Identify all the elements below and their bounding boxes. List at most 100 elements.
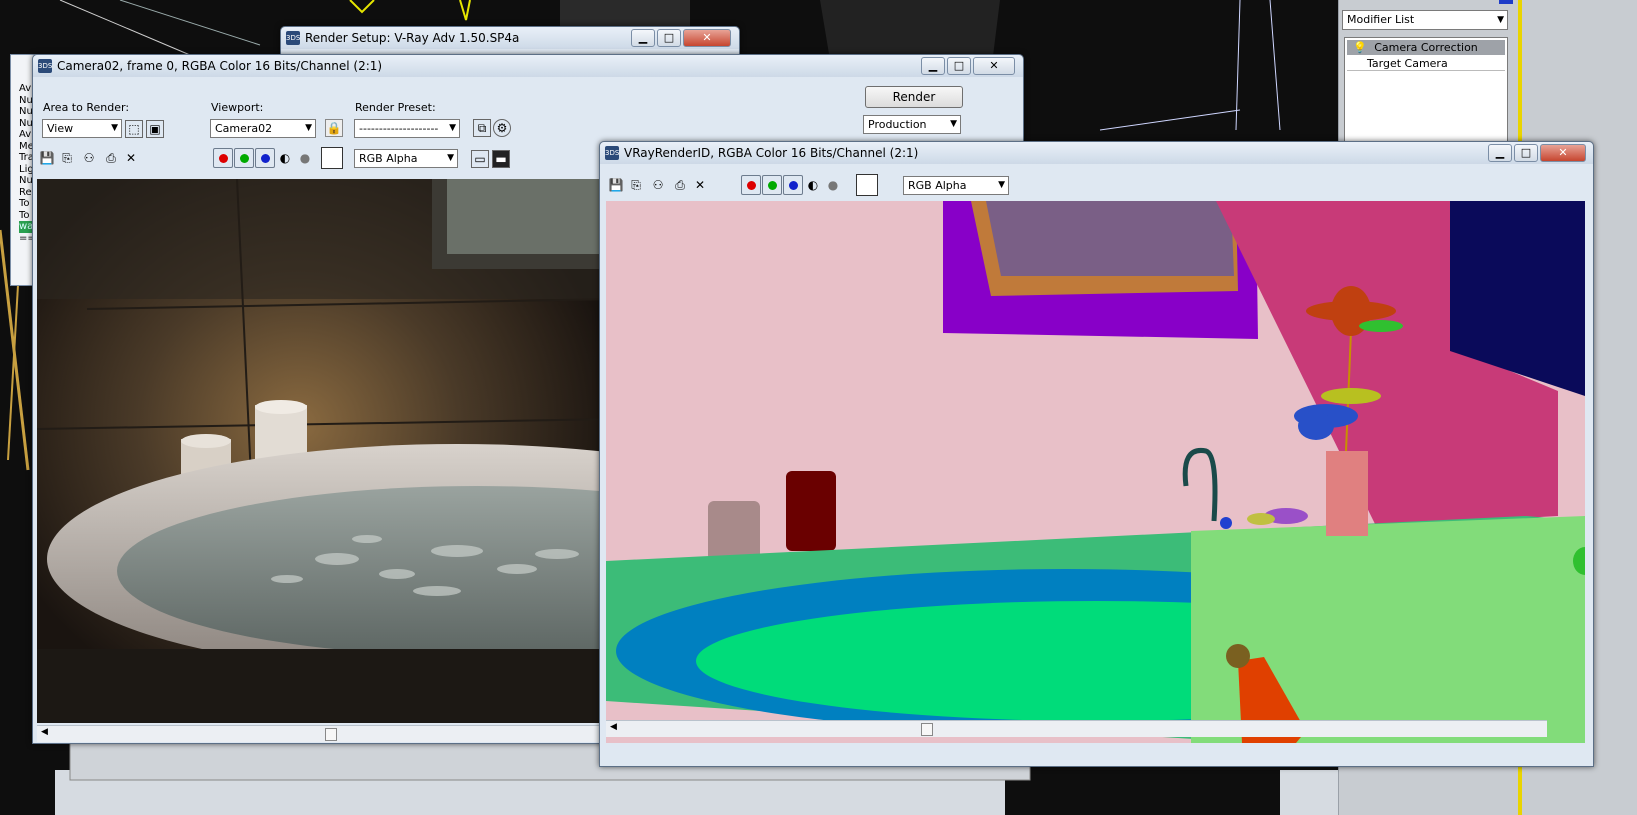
render-setup-icon[interactable]: ⧉ xyxy=(473,119,491,137)
blue-channel-toggle[interactable] xyxy=(783,175,803,195)
minimize-button[interactable]: ▁ xyxy=(921,57,945,75)
maximize-icon: □ xyxy=(663,31,675,44)
chevron-down-icon: ▼ xyxy=(447,153,454,163)
red-channel-toggle[interactable] xyxy=(741,175,761,195)
chevron-down-icon: ▼ xyxy=(950,119,957,129)
print-icon[interactable]: ⎙ xyxy=(672,177,688,193)
render-setup-titlebar[interactable]: 3DS Render Setup: V-Ray Adv 1.50.SP4a ▁ … xyxy=(281,27,739,49)
maximize-icon: □ xyxy=(953,59,965,72)
green-dot-icon xyxy=(768,181,777,190)
scroll-left-icon[interactable]: ◀ xyxy=(41,727,48,737)
save-icon[interactable]: 💾 xyxy=(39,150,55,166)
clear-icon[interactable]: ✕ xyxy=(692,177,708,193)
channel-display-select[interactable]: RGB Alpha ▼ xyxy=(903,176,1009,195)
stack-item-camera-correction[interactable]: 💡 Camera Correction xyxy=(1347,40,1505,55)
modifier-stack[interactable]: 💡 Camera Correction Target Camera xyxy=(1344,37,1508,157)
mono-icon[interactable]: ● xyxy=(825,177,841,193)
stack-item-target-camera[interactable]: Target Camera xyxy=(1347,56,1505,71)
production-select[interactable]: Production ▼ xyxy=(863,115,961,134)
auto-region-icon[interactable]: ▣ xyxy=(146,120,164,138)
minimize-button[interactable]: ▁ xyxy=(1488,144,1512,162)
blue-channel-toggle[interactable] xyxy=(255,148,275,168)
green-channel-toggle[interactable] xyxy=(234,148,254,168)
red-channel-toggle[interactable] xyxy=(213,148,233,168)
chevron-down-icon: ▼ xyxy=(111,123,118,133)
render-button[interactable]: Render xyxy=(865,86,963,108)
scroll-thumb[interactable] xyxy=(921,723,933,736)
bathtub-render xyxy=(37,179,619,723)
channel-display-value: RGB Alpha xyxy=(359,152,418,165)
blue-dot-icon xyxy=(261,154,270,163)
close-button[interactable]: ✕ xyxy=(683,29,731,47)
close-icon: ✕ xyxy=(702,31,712,44)
minimize-button[interactable]: ▁ xyxy=(631,29,655,47)
app-icon: 3DS xyxy=(38,59,52,73)
production-value: Production xyxy=(868,118,927,131)
area-to-render-select[interactable]: View ▼ xyxy=(42,119,122,138)
mono-icon[interactable]: ● xyxy=(297,150,313,166)
scroll-thumb[interactable] xyxy=(325,728,337,741)
render-id-mask xyxy=(606,201,1585,743)
chevron-down-icon: ▼ xyxy=(449,123,456,133)
maximize-button[interactable]: □ xyxy=(1514,144,1538,162)
viewport-value: Camera02 xyxy=(215,122,273,135)
panel-tab-indicator xyxy=(1499,0,1513,4)
render-id-image xyxy=(606,201,1585,743)
channel-display-value: RGB Alpha xyxy=(908,179,967,192)
blue-dot-icon xyxy=(789,181,798,190)
render-preset-select[interactable]: -------------------- ▼ xyxy=(354,119,460,138)
modifier-list-label: Modifier List xyxy=(1347,13,1415,26)
vray-window-titlebar[interactable]: 3DS VRayRenderID, RGBA Color 16 Bits/Cha… xyxy=(600,142,1593,164)
chevron-down-icon: ▼ xyxy=(305,123,312,133)
minimize-icon: ▁ xyxy=(928,59,938,72)
maximize-icon: □ xyxy=(1520,146,1532,159)
alpha-icon[interactable]: ◐ xyxy=(805,177,821,193)
chevron-down-icon: ▼ xyxy=(1497,15,1504,25)
modifier-list-dropdown[interactable]: Modifier List ▼ xyxy=(1342,10,1508,30)
render-preset-value: -------------------- xyxy=(359,122,439,135)
clone-icon[interactable]: ⚇ xyxy=(81,150,97,166)
rendered-image xyxy=(37,179,619,723)
save-icon[interactable]: 💾 xyxy=(608,177,624,193)
scroll-left-icon[interactable]: ◀ xyxy=(610,722,617,732)
maximize-button[interactable]: □ xyxy=(657,29,681,47)
copy-icon[interactable]: ⎘ xyxy=(59,150,75,166)
clone-icon[interactable]: ⚇ xyxy=(650,177,666,193)
area-to-render-value: View xyxy=(47,122,74,135)
environment-icon[interactable]: ⚙ xyxy=(493,119,511,137)
close-button[interactable]: ✕ xyxy=(1540,144,1586,162)
lock-icon[interactable]: 🔒 xyxy=(325,119,343,137)
chevron-down-icon: ▼ xyxy=(998,180,1005,190)
color-swatch[interactable] xyxy=(321,147,343,169)
print-icon[interactable]: ⎙ xyxy=(103,150,119,166)
window-title: VRayRenderID, RGBA Color 16 Bits/Channel… xyxy=(624,146,919,160)
edit-region-icon[interactable]: ⬚ xyxy=(125,120,143,138)
clear-icon[interactable]: ✕ xyxy=(123,150,139,166)
frame-icon[interactable]: ▬ xyxy=(492,150,510,168)
close-icon: ✕ xyxy=(989,59,999,72)
minimize-icon: ▁ xyxy=(1495,146,1505,159)
green-channel-toggle[interactable] xyxy=(762,175,782,195)
stack-item-label: Camera Correction xyxy=(1374,41,1478,54)
display-toggle-icon[interactable]: ▭ xyxy=(471,150,489,168)
red-dot-icon xyxy=(219,154,228,163)
channel-display-select[interactable]: RGB Alpha ▼ xyxy=(354,149,458,168)
close-button[interactable]: ✕ xyxy=(973,57,1015,75)
app-icon: 3DS xyxy=(286,31,300,45)
horizontal-scrollbar[interactable]: ◀ xyxy=(606,720,1547,737)
camera-window-titlebar[interactable]: 3DS Camera02, frame 0, RGBA Color 16 Bit… xyxy=(33,55,1023,77)
viewport-select[interactable]: Camera02 ▼ xyxy=(210,119,316,138)
green-dot-icon xyxy=(240,154,249,163)
maximize-button[interactable]: □ xyxy=(947,57,971,75)
window-title: Render Setup: V-Ray Adv 1.50.SP4a xyxy=(305,31,520,45)
close-icon: ✕ xyxy=(1558,146,1568,159)
color-swatch[interactable] xyxy=(856,174,878,196)
render-preset-label: Render Preset: xyxy=(355,101,436,114)
viewport-label: Viewport: xyxy=(211,101,264,114)
horizontal-scrollbar[interactable]: ◀ xyxy=(37,725,619,742)
app-icon: 3DS xyxy=(605,146,619,160)
alpha-icon[interactable]: ◐ xyxy=(277,150,293,166)
light-bulb-icon[interactable]: 💡 xyxy=(1353,40,1367,55)
vray-render-id-window[interactable]: 3DS VRayRenderID, RGBA Color 16 Bits/Cha… xyxy=(599,141,1594,767)
copy-icon[interactable]: ⎘ xyxy=(628,177,644,193)
